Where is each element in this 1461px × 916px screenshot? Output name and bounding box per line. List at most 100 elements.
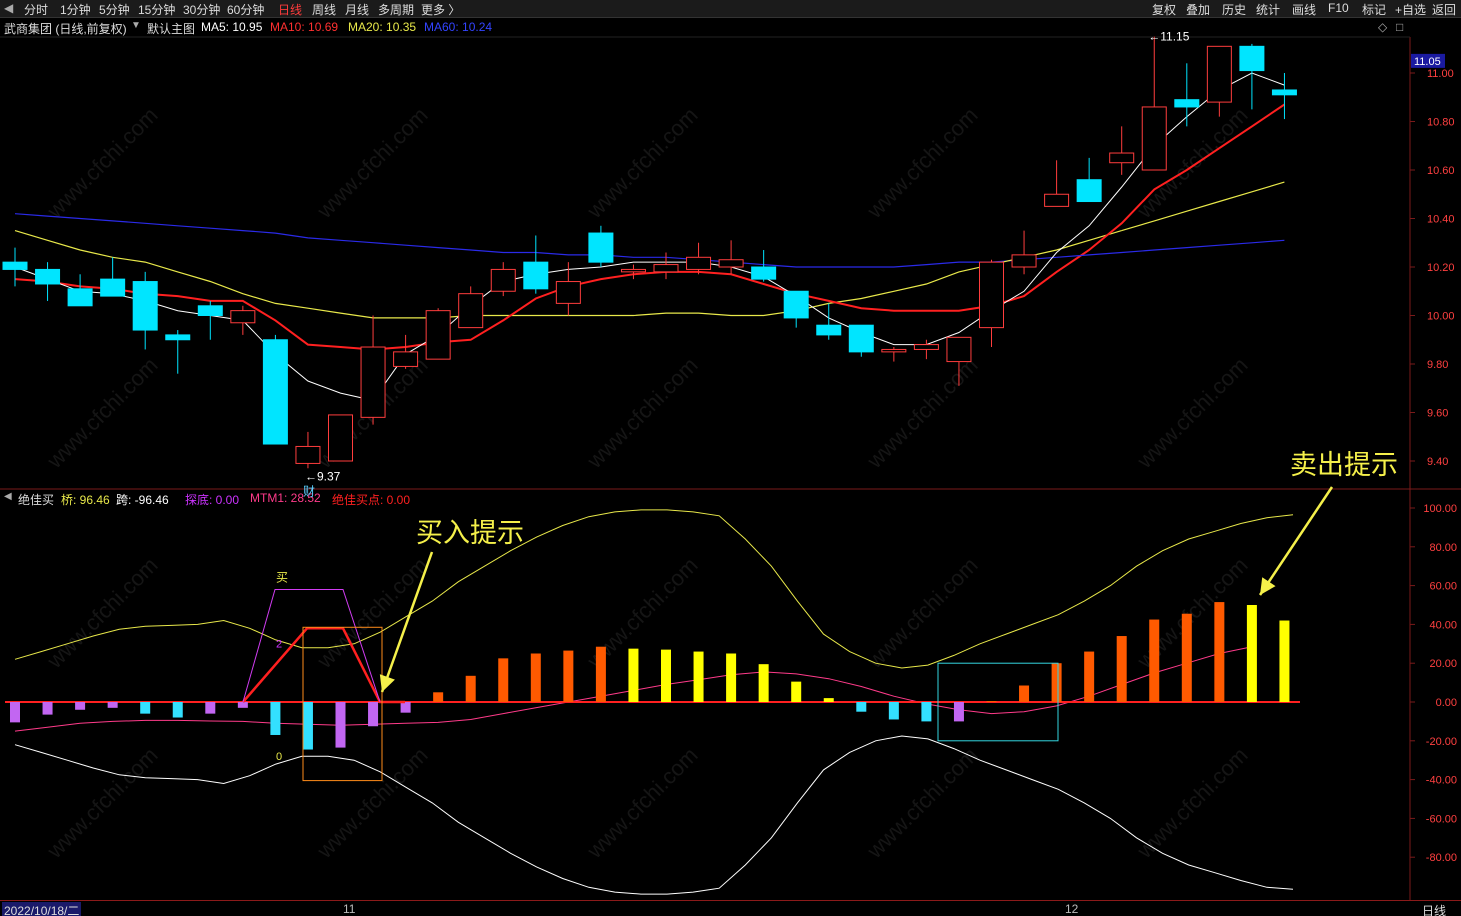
ind-bar-32: [1051, 663, 1062, 702]
candle-body-25: [816, 324, 842, 336]
price-tick-label-7: 10.80: [1427, 117, 1455, 129]
ind-bar-37: [1214, 602, 1225, 702]
cai-marker: 财: [303, 484, 315, 498]
candle-body-4: [132, 281, 158, 331]
ind-bar-29: [953, 702, 964, 722]
ind-bar-0: [10, 702, 20, 723]
candle-body-12: [393, 351, 419, 367]
candle-body-2: [67, 288, 93, 307]
ind-bar-10: [335, 702, 346, 748]
candle-body-33: [1076, 179, 1102, 203]
candle-body-35: [1141, 106, 1167, 171]
ind-bar-26: [856, 702, 867, 712]
ind-bar-17: [563, 650, 574, 702]
candle-body-15: [490, 268, 516, 292]
buy-arrow-shaft: [380, 551, 434, 693]
candle-body-19: [620, 268, 646, 273]
candle-body-22: [718, 259, 744, 268]
ind-bar-9: [302, 702, 313, 750]
ind-bar-2: [75, 702, 86, 710]
ind-bar-1: [42, 702, 53, 715]
candle-body-28: [913, 344, 939, 350]
ind-tick-label-9: -80.00: [1426, 852, 1457, 864]
ma5-line: [14, 72, 1285, 401]
buy-hint-label: 买入提示: [416, 518, 524, 549]
ind-bar-30: [986, 701, 997, 703]
ind-bar-39: [1279, 620, 1290, 702]
ind-bar-19: [628, 648, 639, 702]
ind-bar-22: [726, 653, 737, 702]
price-tick-label-8: 11.00: [1427, 68, 1454, 80]
candle-body-29: [946, 336, 972, 363]
ind-bar-24: [791, 681, 802, 702]
price-tick-label-2: 9.80: [1427, 359, 1448, 371]
candle-body-27: [881, 348, 907, 353]
two-label: 2: [276, 639, 282, 651]
mai-label: 买: [276, 571, 288, 585]
ind-bar-34: [1116, 636, 1127, 702]
candle-body-24: [783, 290, 809, 319]
candle-body-34: [1109, 152, 1135, 164]
ind-bar-33: [1084, 651, 1095, 702]
ind-bar-14: [465, 675, 476, 702]
ind-bar-16: [530, 653, 541, 702]
ind-bar-7: [237, 702, 248, 708]
ind-bar-23: [758, 664, 769, 702]
ind-bar-18: [595, 646, 606, 702]
zero-label: 0: [276, 751, 282, 763]
ind-tick-label-0: 100.00: [1423, 503, 1457, 515]
candle-body-37: [1206, 45, 1232, 103]
ma10-line: [14, 147, 1220, 351]
ind-bar-38: [1246, 605, 1257, 702]
ind-bar-5: [172, 702, 183, 718]
candle-body-0: [2, 261, 28, 270]
ind-tick-label-1: 80.00: [1429, 542, 1457, 554]
period-label: 日线: [1422, 904, 1447, 916]
diamond-icon: ◇: [1378, 20, 1388, 34]
ind-tick-label-7: -40.00: [1426, 775, 1457, 787]
ma10-line-tail: [1218, 103, 1285, 150]
ind-bar-12: [400, 702, 411, 713]
high-price-label: ←11.15: [1148, 30, 1189, 44]
ind-bar-13: [433, 692, 444, 702]
ind-bar-8: [270, 702, 281, 735]
ind-tick-label-8: -60.00: [1426, 813, 1457, 825]
price-tick-label-0: 9.40: [1427, 456, 1448, 468]
sell-arrow-head: [1260, 577, 1276, 595]
candle-body-13: [425, 310, 451, 360]
ind-tick-label-3: 40.00: [1429, 619, 1457, 631]
mai-line: [242, 589, 381, 703]
price-tick-label-4: 10.20: [1427, 262, 1455, 274]
ind-bar-27: [888, 702, 899, 720]
candle-body-26: [848, 324, 874, 353]
candle-body-8: [262, 339, 288, 445]
candle-body-6: [197, 305, 223, 316]
candle-body-31: [1011, 254, 1037, 268]
ind-bar-28: [921, 702, 932, 722]
sell-hint-label: 卖出提示: [1290, 450, 1398, 481]
candle-body-16: [523, 261, 549, 290]
stock-chart-canvas[interactable]: 9.40 9.60 9.80 10.00 10.20 10.40 10.60 10.80 11.…: [0, 0, 1461, 916]
month-11-label: 11: [343, 902, 356, 916]
qiao-line: [14, 509, 1294, 669]
candle-body-10: [328, 414, 353, 462]
candle-body-20: [653, 264, 679, 273]
ind-bar-6: [205, 702, 216, 714]
ind-bar-15: [498, 658, 509, 702]
price-tick-label-6: 10.60: [1427, 165, 1455, 177]
ma20-line-tail: [1121, 181, 1285, 232]
month-12-label: 12: [1065, 902, 1079, 916]
candle-body-14: [458, 293, 484, 329]
candle-body-11: [360, 346, 386, 418]
ind-bar-11: [368, 702, 379, 727]
candle-body-9: [295, 445, 321, 464]
candle-body-5: [165, 334, 191, 341]
ind-bar-31: [1019, 685, 1030, 702]
candle-body-36: [1174, 99, 1200, 108]
candle-body-32: [1044, 193, 1070, 207]
candle-body-21: [686, 256, 712, 270]
ind-bar-21: [693, 651, 704, 702]
ind-bar-20: [661, 649, 671, 702]
candle-body-30: [979, 261, 1004, 329]
candle-body-7: [230, 310, 256, 324]
